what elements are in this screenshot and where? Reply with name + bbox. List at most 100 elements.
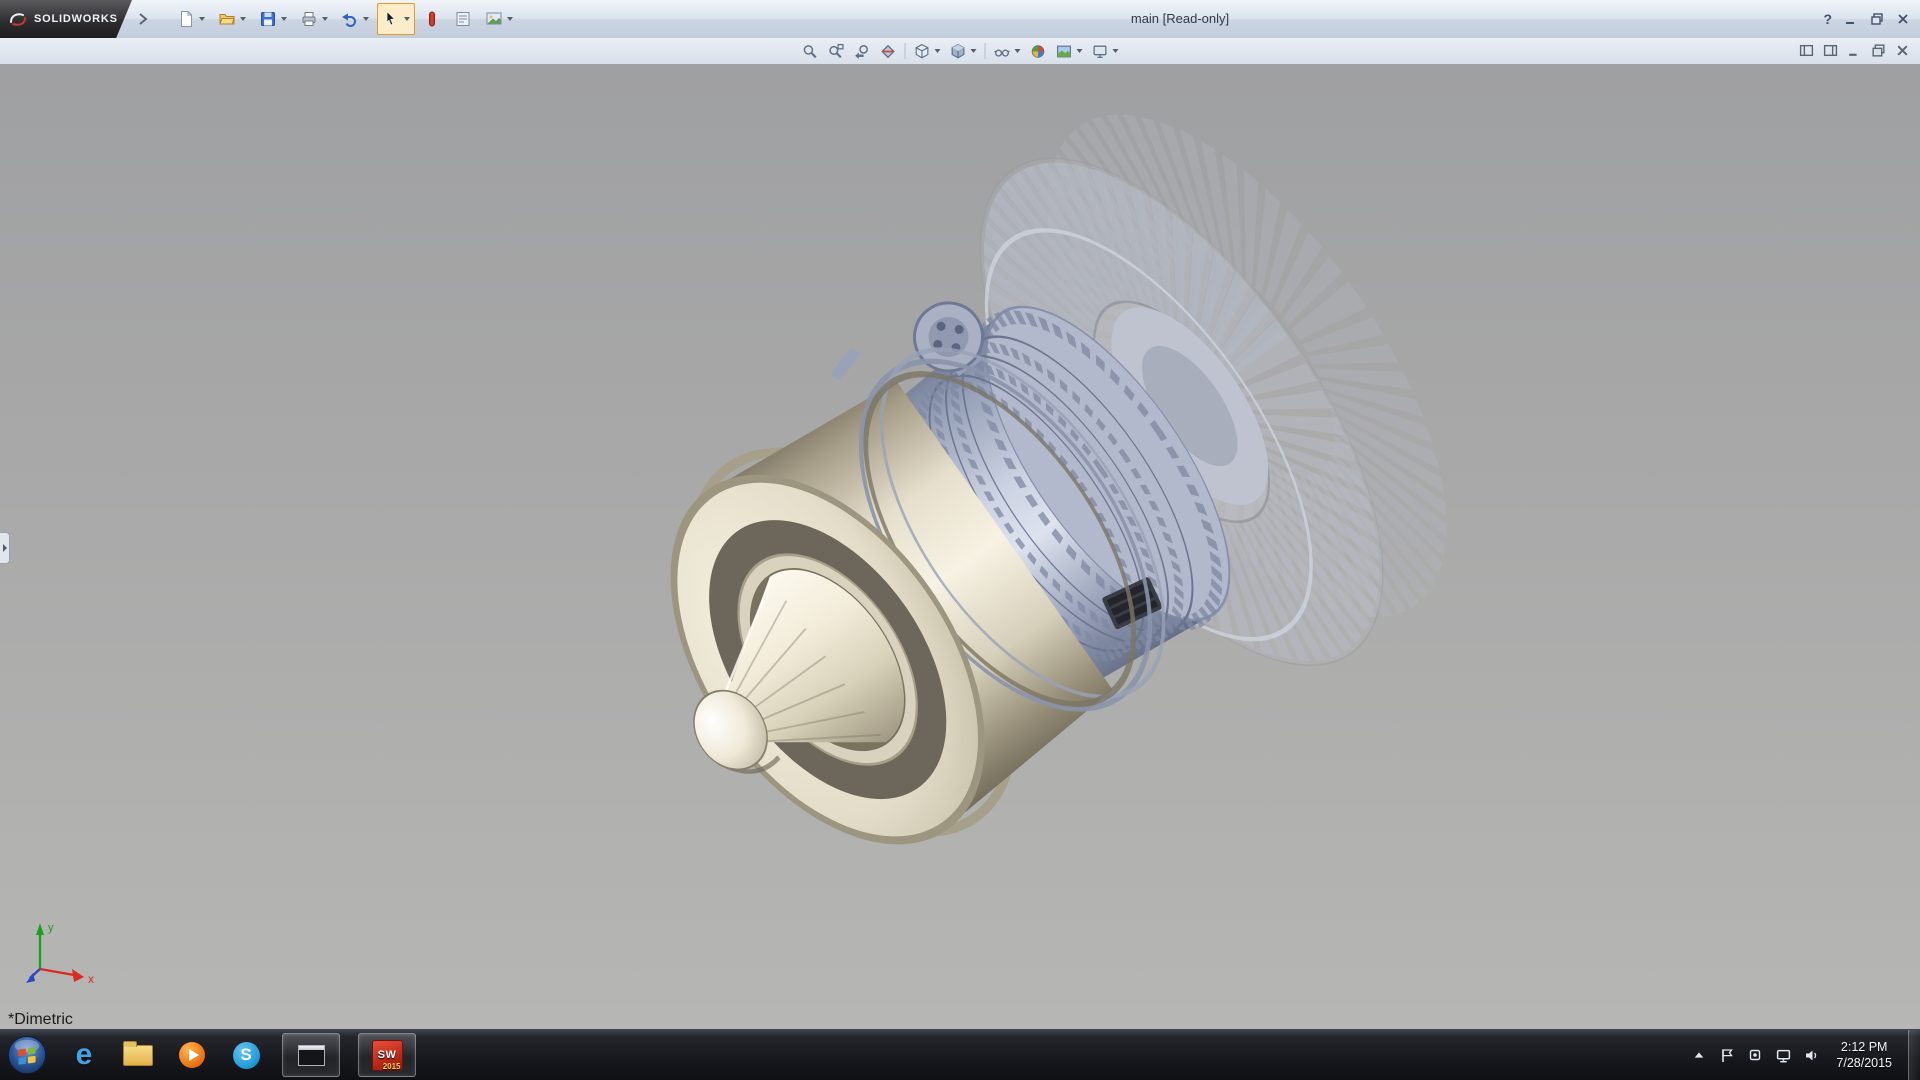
solidworks-version-badge: 2015 (383, 1062, 401, 1071)
edit-appearance-ball-icon (1030, 43, 1047, 60)
taskbar-apps: e S SW 2015 (0, 1030, 416, 1080)
taskbar-internet-explorer[interactable]: e (66, 1033, 102, 1077)
status-tray-icon[interactable] (1746, 1044, 1764, 1066)
display-style-cube-icon (950, 43, 967, 60)
taskbar-skype[interactable]: S (228, 1033, 264, 1077)
select-button[interactable] (377, 3, 415, 35)
command-prompt-icon (298, 1045, 325, 1066)
solidworks-window: SOLIDWORKS (0, 0, 1920, 1080)
window-controls: ? (1823, 0, 1910, 38)
taskbar-media-player[interactable] (174, 1033, 210, 1077)
options-button[interactable] (480, 3, 518, 35)
dropdown-caret-icon (1077, 49, 1083, 53)
file-properties-icon (454, 10, 472, 28)
apply-scene-button[interactable] (1055, 41, 1084, 61)
show-task-pane-icon[interactable] (1823, 43, 1838, 58)
view-orientation-button[interactable] (913, 41, 942, 61)
save-button[interactable] (254, 3, 292, 35)
brand-text: SOLIDWORKS (34, 13, 118, 25)
engine-model[interactable] (0, 64, 1920, 1029)
solidworks-logo-icon (8, 10, 28, 28)
zoom-to-area-button[interactable] (827, 41, 846, 61)
solidworks-resources-icon (423, 10, 441, 28)
taskbar-command-prompt[interactable] (282, 1033, 340, 1077)
hide-show-items-button[interactable] (993, 41, 1022, 61)
dropdown-caret-icon (240, 17, 246, 21)
system-tray: 2:12 PM 7/28/2015 (1690, 1030, 1920, 1080)
show-hidden-icons-button[interactable] (1690, 1044, 1708, 1066)
select-cursor-icon (382, 10, 400, 28)
hide-show-glasses-icon (994, 43, 1011, 60)
solidworks-app-letters: SW (378, 1049, 397, 1061)
minimize-window-icon[interactable] (1844, 12, 1858, 26)
file-properties-button[interactable] (449, 3, 477, 35)
menu-row (0, 38, 1920, 65)
clock-time: 2:12 PM (1836, 1039, 1892, 1055)
apply-scene-icon (1056, 43, 1073, 60)
windows-taskbar: e S SW 2015 (0, 1029, 1920, 1080)
open-button[interactable] (213, 3, 251, 35)
undo-button[interactable] (336, 3, 374, 35)
play-icon (189, 1049, 199, 1061)
new-document-button[interactable] (172, 3, 210, 35)
graphics-viewport[interactable]: y x *Dimetric (0, 64, 1920, 1029)
volume-icon[interactable] (1802, 1044, 1820, 1066)
minimize-document-icon[interactable] (1847, 43, 1862, 58)
taskbar-solidworks[interactable]: SW 2015 (358, 1033, 416, 1077)
start-button[interactable] (6, 1034, 48, 1076)
previous-view-button[interactable] (853, 41, 872, 61)
view-settings-icon (1092, 43, 1109, 60)
reference-triad: y x (24, 913, 108, 989)
toolbar-separator (985, 43, 986, 59)
bracket-tab[interactable] (830, 347, 860, 381)
taskbar-file-explorer[interactable] (120, 1033, 156, 1077)
dropdown-caret-icon (199, 17, 205, 21)
help-button[interactable]: ? (1823, 11, 1832, 27)
zoom-to-fit-icon (802, 43, 819, 60)
x-axis-arrow (72, 969, 84, 982)
folder-icon (123, 1045, 153, 1066)
heads-up-view-toolbar (801, 41, 1120, 61)
clock-date: 7/28/2015 (1836, 1055, 1892, 1071)
restore-window-icon[interactable] (1870, 12, 1884, 26)
y-axis-arrow (36, 923, 44, 935)
dropdown-caret-icon (281, 17, 287, 21)
toolbar-separator (905, 43, 906, 59)
window-titlebar: SOLIDWORKS (0, 0, 1920, 39)
window-title: main [Read-only] (1131, 0, 1229, 38)
zoom-to-fit-button[interactable] (801, 41, 820, 61)
restore-document-icon[interactable] (1871, 43, 1886, 58)
section-view-icon (880, 43, 897, 60)
dropdown-caret-icon (322, 17, 328, 21)
close-document-icon[interactable] (1895, 43, 1910, 58)
show-desktop-button[interactable] (1908, 1030, 1920, 1080)
solidworks-logo: SOLIDWORKS (0, 0, 132, 38)
save-floppy-icon (259, 10, 277, 28)
dropdown-caret-icon (1113, 49, 1119, 53)
close-window-icon[interactable] (1896, 12, 1910, 26)
action-center-flag-icon[interactable] (1718, 1044, 1736, 1066)
menu-flyout-chevron-icon[interactable] (138, 12, 148, 26)
feature-tree-flyout-handle[interactable] (0, 532, 10, 564)
solidworks-app-icon: SW 2015 (372, 1040, 403, 1071)
dropdown-caret-icon (363, 17, 369, 21)
show-feature-pane-icon[interactable] (1799, 43, 1814, 58)
undo-icon (341, 10, 359, 28)
network-display-icon[interactable] (1774, 1044, 1792, 1066)
print-icon (300, 10, 318, 28)
view-settings-button[interactable] (1091, 41, 1120, 61)
flyout-arrow-icon (3, 544, 7, 552)
x-axis-label: x (88, 972, 94, 986)
display-style-button[interactable] (949, 41, 978, 61)
dropdown-caret-icon (1015, 49, 1021, 53)
previous-view-icon (854, 43, 871, 60)
new-document-icon (177, 10, 195, 28)
open-folder-icon (218, 10, 236, 28)
internet-explorer-icon: e (76, 1040, 93, 1070)
solidworks-resources-button[interactable] (418, 3, 446, 35)
taskbar-clock[interactable]: 2:12 PM 7/28/2015 (1830, 1039, 1898, 1072)
main-toolbar (172, 3, 518, 35)
edit-appearance-button[interactable] (1029, 41, 1048, 61)
print-button[interactable] (295, 3, 333, 35)
section-view-button[interactable] (879, 41, 898, 61)
